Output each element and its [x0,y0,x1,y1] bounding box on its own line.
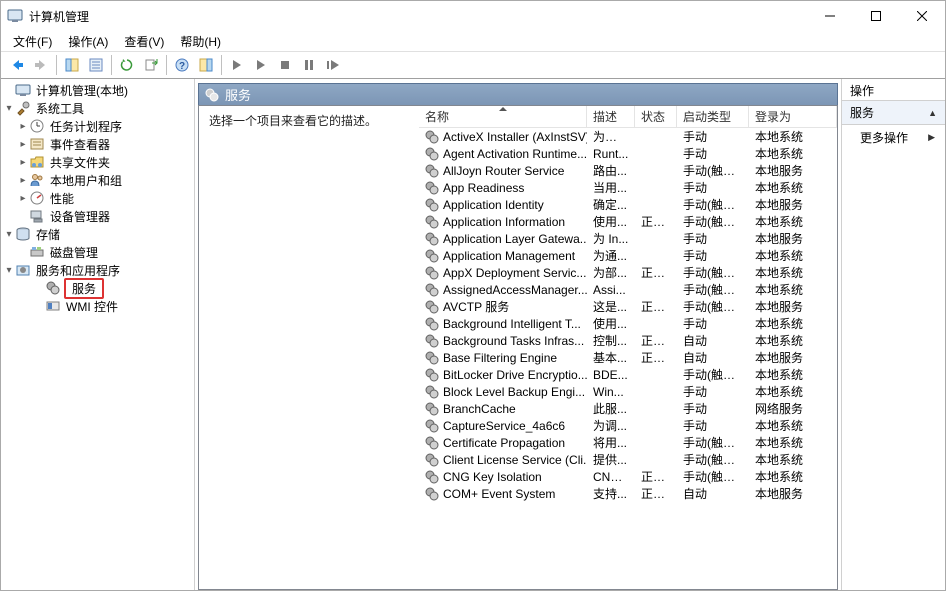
storage-icon [15,226,31,242]
restart-button[interactable] [321,54,345,76]
service-row[interactable]: AVCTP 服务这是...正在...手动(触发...本地服务 [419,298,837,315]
service-row[interactable]: Application Management为通...手动本地系统 [419,247,837,264]
wmi-icon [45,298,61,314]
service-row[interactable]: Application Information使用...正在...手动(触发..… [419,213,837,230]
users-icon [29,172,45,188]
window-title: 计算机管理 [29,8,807,25]
tree-event-viewer[interactable]: 事件查看器 [1,135,194,153]
event-icon [29,136,45,152]
service-row[interactable]: Agent Activation Runtime...Runt...手动本地系统 [419,145,837,162]
disk-icon [29,244,45,260]
tree-shared-folders[interactable]: 共享文件夹 [1,153,194,171]
tree-root[interactable]: 计算机管理(本地) [1,81,194,99]
col-logon[interactable]: 登录为 [749,106,837,128]
show-hide-tree-button[interactable] [60,54,84,76]
service-row[interactable]: BitLocker Drive Encryptio...BDE...手动(触发.… [419,366,837,383]
tree-services[interactable]: 服务 [1,279,194,297]
gear-folder-icon [15,262,31,278]
body: 计算机管理(本地) 系统工具 任务计划程序 事件查看器 共享文件夹 [1,79,945,590]
service-row[interactable]: CaptureService_4a6c6为调...手动本地系统 [419,417,837,434]
clock-icon [29,118,45,134]
service-row[interactable]: Certificate Propagation将用...手动(触发...本地系统 [419,434,837,451]
back-button[interactable] [5,54,29,76]
services-icon [45,280,61,296]
play-button[interactable] [225,54,249,76]
tree-pane[interactable]: 计算机管理(本地) 系统工具 任务计划程序 事件查看器 共享文件夹 [1,79,195,590]
tree-wmi[interactable]: WMI 控件 [1,297,194,315]
app-icon [7,8,23,24]
description-text: 选择一个项目来查看它的描述。 [209,112,409,129]
computer-icon [15,82,31,98]
stop-button[interactable] [273,54,297,76]
toolbar: ? [1,51,945,79]
service-row[interactable]: AllJoyn Router Service路由...手动(触发...本地服务 [419,162,837,179]
refresh-button[interactable] [115,54,139,76]
service-row[interactable]: App Readiness当用...手动本地系统 [419,179,837,196]
tree-disk-mgmt[interactable]: 磁盘管理 [1,243,194,261]
tree-services-apps[interactable]: 服务和应用程序 [1,261,194,279]
service-row[interactable]: ActiveX Installer (AxInstSV)为从 ...手动本地系统 [419,128,837,145]
export-button[interactable] [139,54,163,76]
tree-local-users[interactable]: 本地用户和组 [1,171,194,189]
col-start[interactable]: 启动类型 [677,106,749,128]
services-list: 名称 描述 状态 启动类型 登录为 ActiveX Installer (AxI… [419,106,837,589]
service-row[interactable]: CNG Key IsolationCNG ...正在...手动(触发...本地系… [419,468,837,485]
col-state[interactable]: 状态 [635,106,677,128]
col-desc[interactable]: 描述 [587,106,635,128]
service-row[interactable]: AssignedAccessManager...Assi...手动(触发...本… [419,281,837,298]
service-row[interactable]: COM+ Event System支持...正在...自动本地服务 [419,485,837,502]
play2-button[interactable] [249,54,273,76]
main-pane: 服务 选择一个项目来查看它的描述。 名称 描述 状态 启动类型 登录为 Acti… [195,79,842,590]
close-button[interactable] [899,1,945,31]
menu-action[interactable]: 操作(A) [60,31,116,52]
tree-performance[interactable]: 性能 [1,189,194,207]
menu-help[interactable]: 帮助(H) [172,31,229,52]
tree-system-tools[interactable]: 系统工具 [1,99,194,117]
column-headers: 名称 描述 状态 启动类型 登录为 [419,106,837,128]
service-row[interactable]: Application Identity确定...手动(触发...本地服务 [419,196,837,213]
menu-file[interactable]: 文件(F) [5,31,60,52]
description-panel: 选择一个项目来查看它的描述。 [199,106,419,589]
window: 计算机管理 文件(F) 操作(A) 查看(V) 帮助(H) ? [0,0,946,591]
service-row[interactable]: AppX Deployment Servic...为部...正在...手动(触发… [419,264,837,281]
menu-view[interactable]: 查看(V) [116,31,172,52]
action-pane: 操作 服务▲ 更多操作▶ [842,79,945,590]
pause-button[interactable] [297,54,321,76]
service-row[interactable]: Application Layer Gatewa...为 In...手动本地服务 [419,230,837,247]
gear-icon [205,88,219,102]
menubar: 文件(F) 操作(A) 查看(V) 帮助(H) [1,31,945,51]
service-row[interactable]: Background Intelligent T...使用...手动本地系统 [419,315,837,332]
maximize-button[interactable] [853,1,899,31]
tree-task-scheduler[interactable]: 任务计划程序 [1,117,194,135]
service-row[interactable]: Background Tasks Infras...控制...正在...自动本地… [419,332,837,349]
properties-button[interactable] [84,54,108,76]
shared-folder-icon [29,154,45,170]
tree-storage[interactable]: 存储 [1,225,194,243]
service-row[interactable]: Client License Service (Cli...提供...手动(触发… [419,451,837,468]
action-header: 操作 [842,79,945,101]
tree-device-manager[interactable]: 设备管理器 [1,207,194,225]
forward-button[interactable] [29,54,53,76]
device-icon [29,208,45,224]
action-section[interactable]: 服务▲ [842,101,945,125]
service-row[interactable]: BranchCache此服...手动网络服务 [419,400,837,417]
action-more[interactable]: 更多操作▶ [842,125,945,150]
service-rows[interactable]: ActiveX Installer (AxInstSV)为从 ...手动本地系统… [419,128,837,589]
services-header: 服务 [198,83,838,105]
tools-icon [15,100,31,116]
service-row[interactable]: Block Level Backup Engi...Win...手动本地系统 [419,383,837,400]
show-hide-action-button[interactable] [194,54,218,76]
svg-text:?: ? [179,61,185,72]
titlebar: 计算机管理 [1,1,945,31]
service-row[interactable]: Base Filtering Engine基本...正在...自动本地服务 [419,349,837,366]
help-button[interactable]: ? [170,54,194,76]
col-name[interactable]: 名称 [419,106,587,128]
minimize-button[interactable] [807,1,853,31]
perf-icon [29,190,45,206]
